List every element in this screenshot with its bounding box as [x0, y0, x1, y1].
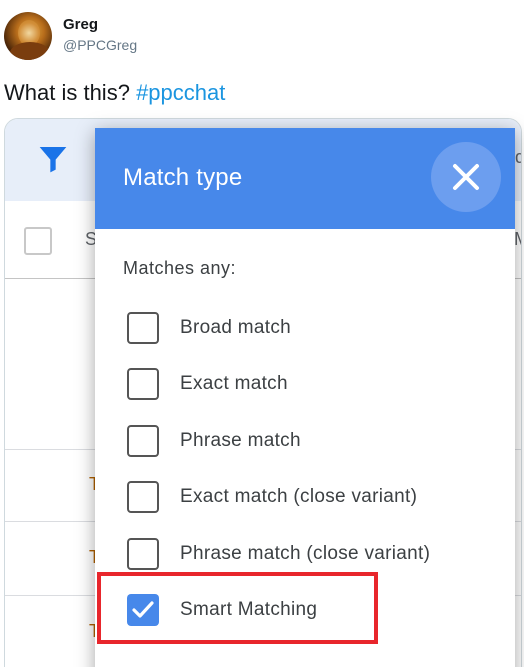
author-handle[interactable]: @PPCGreg — [63, 37, 137, 53]
option-label: Exact match (close variant) — [180, 486, 418, 507]
hashtag-link[interactable]: #ppcchat — [136, 80, 225, 105]
option-exact-match-close-variant[interactable]: Exact match (close variant) — [127, 477, 507, 517]
option-label: Phrase match (close variant) — [180, 543, 431, 564]
select-all-checkbox[interactable] — [24, 227, 52, 255]
option-label: Phrase match — [180, 430, 301, 451]
column-header-fragment-right: M — [514, 229, 521, 250]
author-name[interactable]: Greg — [63, 16, 98, 33]
option-label: Exact match — [180, 373, 288, 394]
checkbox[interactable] — [127, 538, 159, 570]
option-exact-match[interactable]: Exact match — [127, 364, 507, 404]
dialog-title: Match type — [123, 164, 243, 191]
toolbar-text-fragment: d — [515, 147, 521, 168]
option-phrase-match[interactable]: Phrase match — [127, 421, 507, 461]
option-broad-match[interactable]: Broad match — [127, 308, 507, 348]
checkbox[interactable] — [127, 481, 159, 513]
matches-any-label: Matches any: — [123, 258, 237, 278]
checkbox[interactable] — [127, 368, 159, 400]
dialog-header: Match type — [95, 128, 515, 229]
avatar[interactable] — [4, 12, 52, 60]
option-label: Broad match — [180, 317, 292, 338]
avatar-body — [10, 42, 50, 60]
tweet-text-body: What is this? — [4, 80, 130, 105]
highlight-annotation — [97, 572, 378, 644]
checkbox[interactable] — [127, 425, 159, 457]
checkbox[interactable] — [127, 312, 159, 344]
filter-icon[interactable] — [37, 143, 69, 175]
close-button[interactable] — [431, 142, 501, 212]
option-phrase-match-close-variant[interactable]: Phrase match (close variant) — [127, 534, 507, 574]
close-icon — [453, 164, 479, 190]
tweet-text: What is this? #ppcchat — [4, 80, 225, 106]
